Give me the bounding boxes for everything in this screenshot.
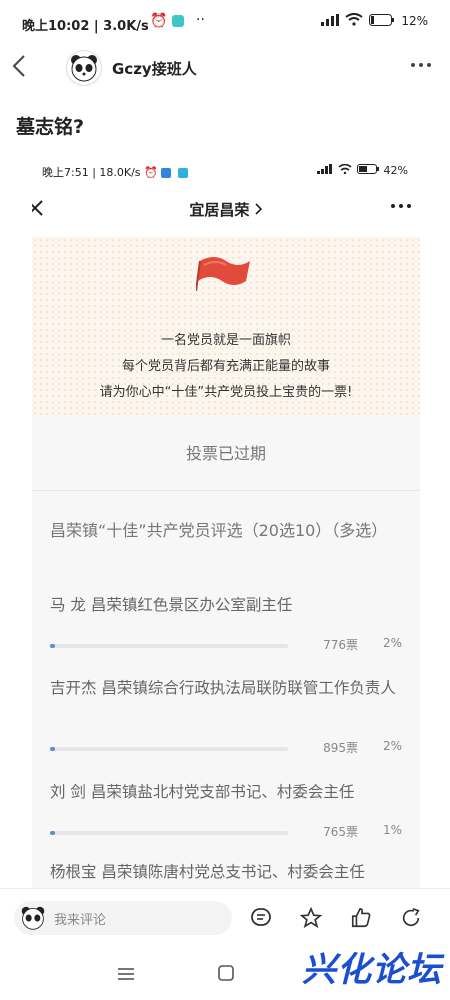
status-bar: 晚上10:02 | 3.0K/s ⏰ ·· 12%: [0, 0, 450, 44]
panda-icon: [71, 55, 97, 82]
status-time: 晚上10:02 | 3.0K/s: [22, 19, 149, 34]
username[interactable]: Gczy接班人: [112, 58, 197, 79]
inner-nav-bar: 宜居昌荣: [32, 193, 420, 229]
vote-progress-bar: [50, 831, 288, 835]
inner-battery-icon: [356, 164, 379, 177]
slogan-line-2: 每个党员背后都有充满正能量的故事: [121, 359, 330, 374]
embedded-screenshot: 晚上7:51 | 18.0K/s ⏰ 42% 宜居昌荣 一名党员就是一面旗帜 每…: [32, 155, 420, 890]
inner-nav-title-text: 宜居昌荣: [189, 201, 250, 219]
red-flag-icon: [195, 251, 254, 295]
comment-bar: 我来评论: [0, 888, 450, 947]
alarm-icon: ⏰: [150, 13, 168, 29]
vote-percent: 2%: [382, 636, 402, 650]
menu-icon[interactable]: [118, 966, 134, 985]
inner-status-time: 晚上7:51 | 18.0K/s: [42, 166, 141, 179]
vote-panel: 投票已过期 昌荣镇“十佳”共产党员评选（20选10）（多选） 马 龙 昌荣镇红色…: [32, 417, 420, 890]
vote-progress-bar: [50, 747, 288, 751]
candidate-name[interactable]: 吉开杰 昌荣镇综合行政执法局联防联管工作负责人: [50, 675, 410, 701]
vote-percent: 1%: [382, 823, 402, 837]
battery-icon: [369, 13, 395, 29]
avatar[interactable]: [66, 50, 102, 86]
slogan-line-3: 请为你心中“十佳”共产党员投上宝贵的一票!: [99, 385, 353, 400]
inner-app-icon: [161, 168, 172, 178]
vote-percent: 2%: [382, 739, 402, 753]
star-icon[interactable]: [296, 903, 326, 933]
vote-count: 765票: [323, 825, 358, 839]
comment-input[interactable]: 我来评论: [14, 901, 232, 935]
comment-icon[interactable]: [246, 903, 276, 933]
thumbs-up-icon[interactable]: [346, 903, 376, 933]
inner-wifi-icon: [338, 163, 352, 177]
inner-nav-title[interactable]: 宜居昌荣: [32, 199, 420, 220]
candidate-name[interactable]: 杨根宝 昌荣镇陈唐村党总支书记、村委会主任: [50, 859, 410, 885]
slogan-line-1: 一名党员就是一面旗帜: [160, 333, 291, 348]
vote-banner: 一名党员就是一面旗帜 每个党员背后都有充满正能量的故事 请为你心中“十佳”共产党…: [32, 237, 420, 417]
app-notification-icon: [172, 15, 184, 27]
inner-signal-icon: [316, 164, 333, 177]
inner-battery-percent: 42%: [383, 164, 408, 177]
more-notifications-icon: ··: [196, 12, 205, 28]
vote-progress-bar: [50, 644, 288, 648]
vote-question: 昌荣镇“十佳”共产党员评选（20选10）（多选）: [50, 521, 388, 540]
back-icon[interactable]: [12, 54, 26, 84]
home-icon[interactable]: [218, 965, 234, 985]
inner-app-icon-2: [177, 168, 188, 178]
chevron-right-icon: [255, 201, 263, 219]
vote-progress-fill: [50, 644, 55, 648]
vote-count: 895票: [323, 741, 358, 755]
wifi-icon: [345, 13, 363, 29]
inner-status-right: 42%: [316, 163, 408, 177]
signal-icon: [321, 13, 340, 29]
comment-placeholder: 我来评论: [54, 913, 107, 928]
inner-more-icon[interactable]: [390, 195, 412, 223]
battery-percent: 12%: [401, 14, 428, 28]
panda-avatar-icon: [20, 905, 46, 935]
app-header: Gczy接班人: [0, 44, 450, 92]
vote-progress-fill: [50, 831, 55, 835]
share-icon[interactable]: [396, 903, 426, 933]
candidate-name[interactable]: 马 龙 昌荣镇红色景区办公室副主任: [50, 592, 410, 618]
forum-watermark: 兴化论坛: [302, 950, 442, 990]
inner-status-bar: 晚上7:51 | 18.0K/s ⏰ 42%: [42, 163, 412, 180]
more-icon[interactable]: [410, 54, 432, 82]
status-right: 12%: [321, 13, 428, 29]
inner-alarm-icon: ⏰: [144, 166, 162, 179]
vote-progress-fill: [50, 747, 55, 751]
candidate-name[interactable]: 刘 剑 昌荣镇盐北村党支部书记、村委会主任: [50, 779, 410, 805]
vote-status: 投票已过期: [32, 417, 420, 491]
post-title: 墓志铭?: [16, 116, 85, 138]
vote-count: 776票: [323, 638, 358, 652]
